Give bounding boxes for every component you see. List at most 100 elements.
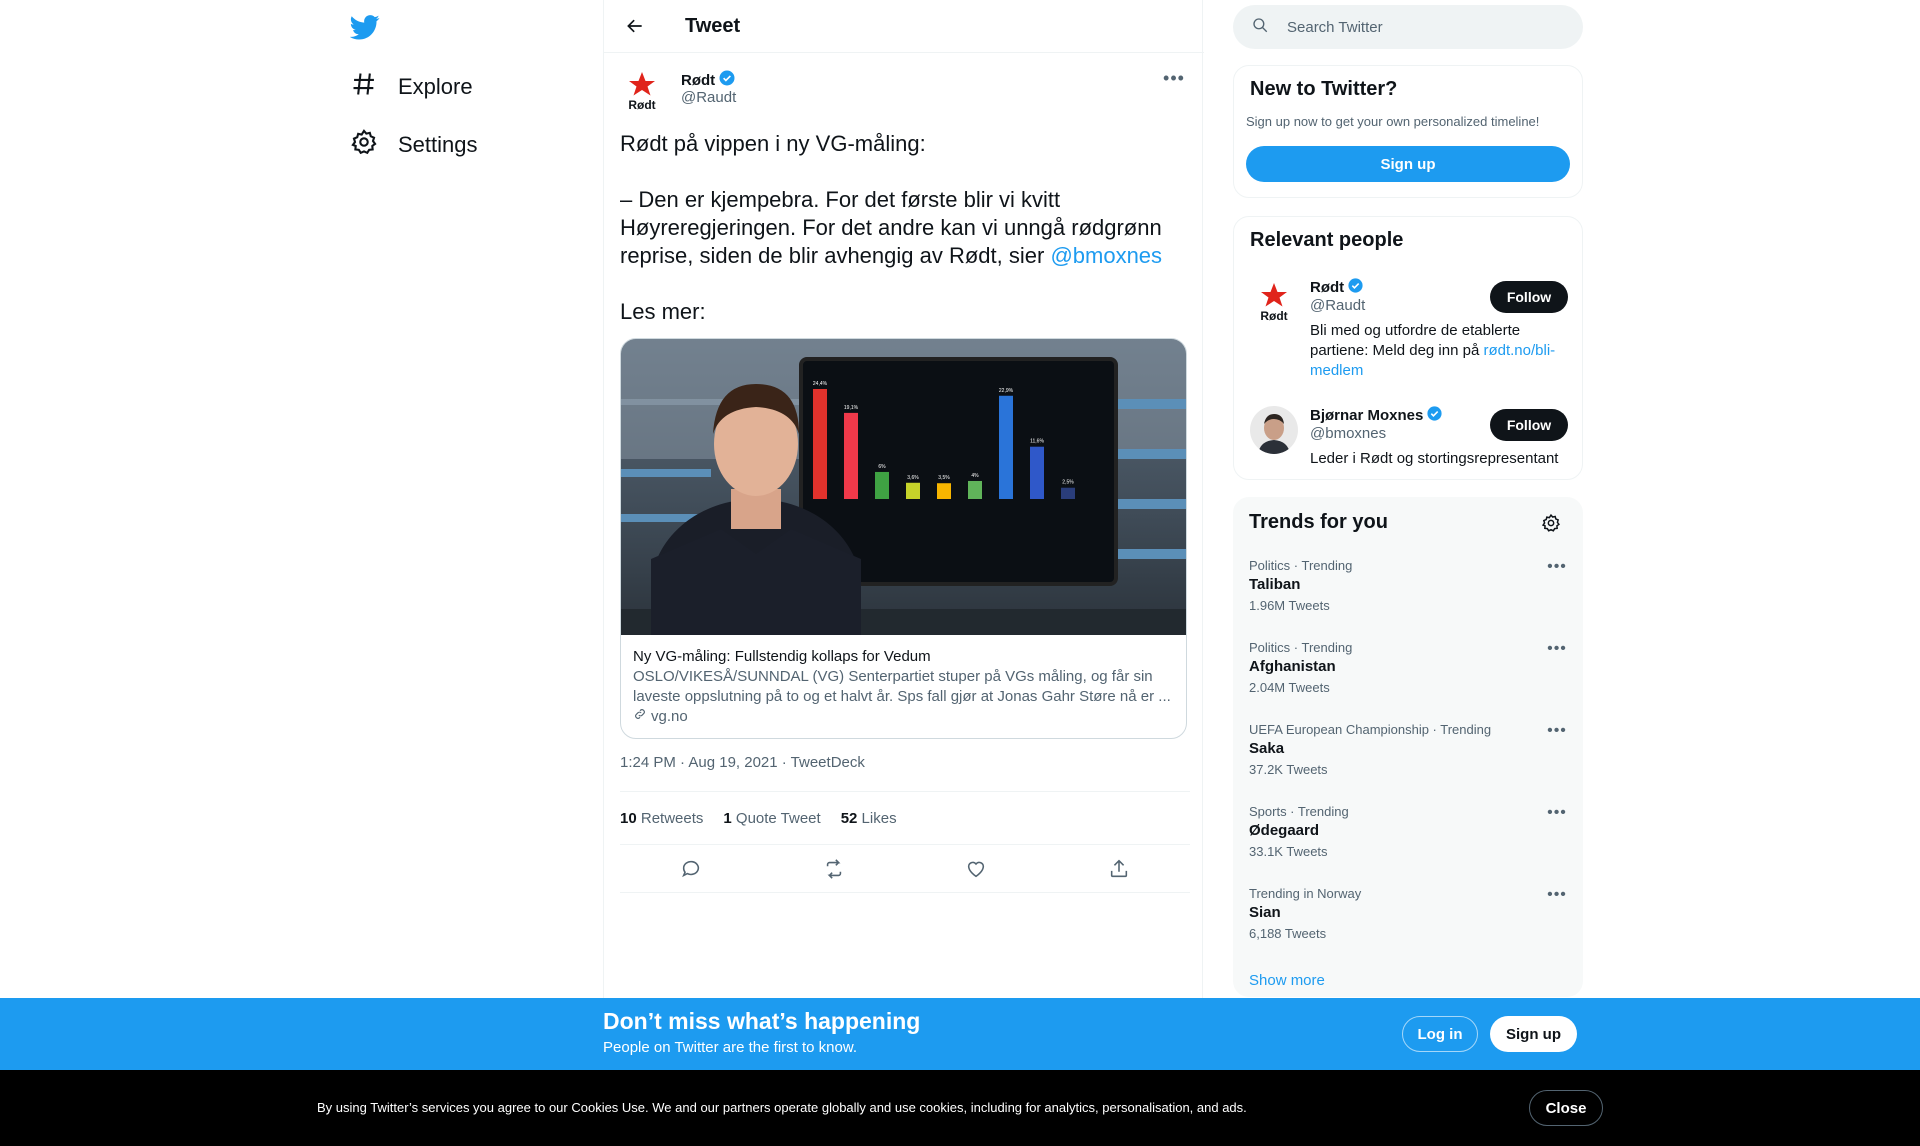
tv-chart-bar (844, 412, 858, 499)
tv-chart-label: 22,9% (999, 388, 1014, 394)
person-name-text: Rødt (1310, 279, 1345, 296)
search-box[interactable] (1233, 5, 1583, 49)
cookie-close-button[interactable]: Close (1529, 1090, 1603, 1126)
login-banner: Don’t miss what’s happening People on Tw… (0, 998, 1920, 1070)
verified-badge-icon (718, 69, 736, 91)
author-avatar[interactable]: Rødt (619, 68, 665, 114)
card-description: OSLO/VIKESÅ/SUNNDAL (VG) Senterpartiet s… (633, 668, 1171, 705)
more-options-icon[interactable]: ••• (1162, 66, 1186, 90)
tweet-text: Rødt på vippen i ny VG-måling: – Den er … (620, 130, 1190, 326)
tv-chart-bar (875, 471, 889, 499)
person-handle-bmoxnes[interactable]: @bmoxnes (1310, 425, 1386, 442)
trend-count: 33.1K Tweets (1249, 844, 1328, 859)
cookie-text: By using Twitter’s services you agree to… (317, 1100, 1247, 1115)
tweet-text-end: Les mer: (620, 299, 706, 324)
retweets-label: Retweets (640, 809, 704, 827)
trend-item[interactable]: Sports · Trending Ødegaard 33.1K Tweets … (1233, 804, 1583, 886)
quotes-stat[interactable]: 1 Quote Tweet (723, 810, 820, 827)
likes-count: 52 (840, 809, 858, 827)
verified-badge-icon (1347, 277, 1364, 298)
trend-meta: Politics · Trending (1249, 558, 1353, 573)
signup-panel-subtitle: Sign up now to get your own personalized… (1246, 114, 1540, 129)
show-more-link[interactable]: Show more (1249, 972, 1325, 989)
person-handle-rodt[interactable]: @Raudt (1310, 297, 1365, 314)
trend-meta: Politics · Trending (1249, 640, 1353, 655)
tweet-timestamp[interactable]: 1:24 PM · Aug 19, 2021 · TweetDeck (620, 754, 865, 771)
tweet-column: Tweet Rødt Rødt @Raudt ••• Rødt på vippe… (603, 0, 1204, 1146)
search-icon (1233, 16, 1269, 39)
retweets-count: 10 (620, 809, 637, 827)
trend-meta: Sports · Trending (1249, 804, 1349, 819)
follow-button-rodt[interactable]: Follow (1490, 281, 1568, 313)
card-title: Ny VG-måling: Fullstendig kollaps for Ve… (633, 648, 931, 665)
trend-item[interactable]: UEFA European Championship · Trending Sa… (1233, 722, 1583, 804)
tweet-actions (620, 845, 1190, 893)
tweet-stats: 10 Retweets 1 Quote Tweet 52 Likes (620, 791, 1190, 845)
cookie-banner: By using Twitter’s services you agree to… (0, 1070, 1920, 1146)
share-icon[interactable] (1102, 852, 1136, 886)
nav-explore-label: Explore (398, 74, 473, 99)
card-body: Ny VG-måling: Fullstendig kollaps for Ve… (633, 647, 1173, 727)
tweet-header: Tweet (604, 0, 1204, 53)
card-domain: vg.no (633, 707, 1173, 727)
nav-settings[interactable]: Settings (350, 125, 478, 165)
mention-link[interactable]: @bmoxnes (1050, 243, 1162, 268)
trend-item[interactable]: Politics · Trending Taliban 1.96M Tweets… (1233, 558, 1583, 640)
trend-name: Taliban (1249, 576, 1301, 593)
tv-chart-label: 3,6% (907, 475, 919, 481)
trend-name: Sian (1249, 904, 1281, 921)
signup-panel-title: New to Twitter? (1250, 78, 1398, 100)
trend-name: Saka (1249, 740, 1285, 757)
card-image: 24,4% 19,1% 6% 3,6% 3,5% 4% 22,9% 11,6% 2,5% (621, 339, 1186, 679)
trend-more-icon[interactable]: ••• (1545, 558, 1569, 578)
person-bio-rodt: Bli med og utfordre de etablerte partien… (1310, 321, 1570, 381)
trend-meta: UEFA European Championship · Trending (1249, 722, 1492, 737)
login-button[interactable]: Log in (1402, 1016, 1478, 1052)
tv-chart-label: 19,1% (844, 405, 859, 411)
likes-stat[interactable]: 52 Likes (841, 810, 897, 827)
author-name[interactable]: Rødt (681, 69, 736, 91)
author-handle[interactable]: @Raudt (681, 89, 736, 106)
tv-chart-bar (937, 483, 951, 499)
like-icon[interactable] (959, 852, 993, 886)
trends-settings-icon[interactable] (1539, 511, 1563, 535)
relevant-people-panel: Relevant people Rødt Rødt @Raudt Bli med… (1233, 216, 1583, 480)
tv-chart-bar (906, 482, 920, 499)
signup-panel-button[interactable]: Sign up (1246, 146, 1570, 182)
person-name-bmoxnes[interactable]: Bjørnar Moxnes (1310, 405, 1443, 426)
tv-chart-bar (968, 480, 982, 499)
nav-explore[interactable]: Explore (350, 67, 473, 107)
back-arrow-icon[interactable] (618, 9, 652, 43)
follow-button-bmoxnes[interactable]: Follow (1490, 409, 1568, 441)
likes-label: Likes (861, 809, 897, 827)
hashtag-icon (350, 70, 378, 104)
person-name-rodt[interactable]: Rødt (1310, 277, 1364, 298)
trend-item[interactable]: Politics · Trending Afghanistan 2.04M Tw… (1233, 640, 1583, 722)
trend-more-icon[interactable]: ••• (1545, 804, 1569, 824)
search-input[interactable] (1287, 18, 1557, 36)
trend-name: Ødegaard (1249, 822, 1320, 839)
signup-button[interactable]: Sign up (1490, 1016, 1577, 1052)
trend-count: 2.04M Tweets (1249, 680, 1330, 695)
trend-more-icon[interactable]: ••• (1545, 640, 1569, 660)
tv-chart-bar (1030, 446, 1044, 499)
trend-item[interactable]: Trending in Norway Sian 6,188 Tweets ••• (1233, 886, 1583, 968)
person-avatar-bmoxnes[interactable] (1250, 406, 1298, 454)
trend-more-icon[interactable]: ••• (1545, 722, 1569, 742)
link-icon (633, 707, 647, 727)
person-bio-bmoxnes: Leder i Rødt og stortingsrepresentant (1310, 450, 1559, 467)
retweets-stat[interactable]: 10 Retweets (620, 810, 703, 827)
retweet-icon[interactable] (817, 852, 851, 886)
reply-icon[interactable] (674, 852, 708, 886)
tv-chart-bar (999, 395, 1013, 499)
tv-chart-bar (1061, 487, 1075, 499)
author-name-text: Rødt (681, 71, 716, 89)
person-avatar-rodt[interactable]: Rødt (1250, 278, 1298, 326)
verified-badge-icon (1426, 405, 1443, 426)
link-card[interactable]: 24,4% 19,1% 6% 3,6% 3,5% 4% 22,9% 11,6% 2,5% Ny … (620, 338, 1187, 739)
relevant-people-title: Relevant people (1250, 229, 1404, 251)
tv-chart-label: 24,4% (813, 381, 828, 387)
trend-more-icon[interactable]: ••• (1545, 886, 1569, 906)
trend-count: 1.96M Tweets (1249, 598, 1330, 613)
twitter-logo-icon[interactable] (349, 12, 380, 42)
